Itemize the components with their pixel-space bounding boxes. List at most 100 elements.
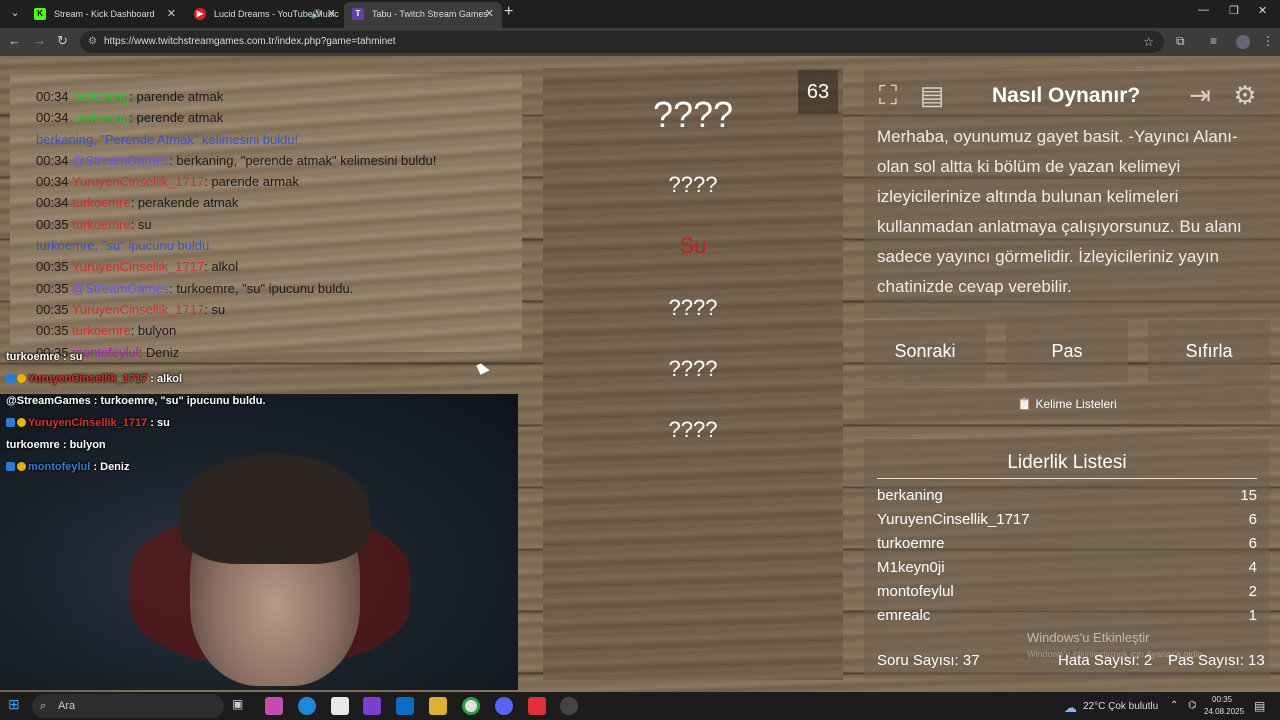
message-text: : perende atmak <box>129 110 224 126</box>
network-icon[interactable]: ⌬ <box>1188 700 1197 711</box>
chat-message: 00:34 @StreamGames: berkaning, "perende … <box>36 150 436 171</box>
message-user: turkoemre <box>72 216 131 232</box>
tab-title: Stream - Kick Dashboard <box>54 9 155 19</box>
notification-icon[interactable]: ▤ <box>1254 699 1265 713</box>
tray-chevron-icon[interactable]: ⌃ <box>1170 700 1178 711</box>
player-name: montofeylul <box>877 583 954 600</box>
tab-tabu-game[interactable]: T Tabu - Twitch Stream Games ✕ <box>344 2 502 28</box>
windows-start-icon[interactable]: ⊞ <box>8 696 26 714</box>
profile-avatar[interactable] <box>1236 35 1250 49</box>
pass-button[interactable]: Pas <box>1006 320 1128 382</box>
forward-icon[interactable]: → <box>33 33 46 48</box>
message-time: 00:35 <box>36 216 69 232</box>
reset-button[interactable]: Sıfırla <box>1148 320 1270 382</box>
reload-icon[interactable]: ↻ <box>57 33 68 49</box>
tab-search-icon[interactable]: ⌄ <box>6 4 24 22</box>
close-tab-icon[interactable]: ✕ <box>485 2 494 26</box>
chat-message: 00:35 YuruyenCinsellik_1717: alkol <box>36 256 436 277</box>
taskbar-search[interactable]: ⌕ Ara <box>32 694 224 718</box>
site-info-icon[interactable]: ⚙ <box>88 31 97 53</box>
player-score: 6 <box>1248 511 1257 528</box>
message-text: : bulyon <box>130 323 177 339</box>
how-to-play-title: Nasıl Oynanır? <box>992 84 1141 107</box>
stream-chat-overlay: turkoemre : su YuruyenCinsellik_1717 : al… <box>6 346 266 478</box>
close-tab-icon[interactable]: ✕ <box>327 2 336 26</box>
chat-message: 00:35 turkoemre: su <box>36 214 436 235</box>
next-button[interactable]: Sonraki <box>864 320 986 382</box>
stream-chat-user: turkoemre <box>6 351 60 363</box>
player-name: YuruyenCinsellik_1717 <box>877 511 1030 528</box>
tab-youtube-music[interactable]: ▶ Lucid Dreams - YouTube Music 🔊 ✕ <box>186 2 344 28</box>
media-control-icon[interactable]: ≡ <box>1210 34 1217 48</box>
player-name: berkaning <box>877 487 943 504</box>
tab-kick-dashboard[interactable]: K Stream - Kick Dashboard ✕ <box>26 2 184 28</box>
close-window-icon[interactable]: ✕ <box>1258 4 1267 17</box>
bookmark-star-icon[interactable]: ☆ <box>1143 31 1154 53</box>
message-user: turkoemre <box>72 195 131 211</box>
notes-icon[interactable]: ▤ <box>915 78 949 112</box>
verified-badge-icon <box>17 374 26 383</box>
file-explorer-icon[interactable] <box>429 697 447 715</box>
chat-message: 00:34 berkaning: perende atmak <box>36 107 436 128</box>
fullscreen-icon[interactable]: ⛶ <box>871 78 905 112</box>
obs-icon[interactable] <box>560 697 578 715</box>
discord-icon[interactable] <box>495 697 513 715</box>
app-w-icon[interactable] <box>528 697 546 715</box>
question-count: Soru Sayısı: 37 <box>877 652 980 669</box>
outlook-icon[interactable] <box>396 697 414 715</box>
stream-chat-message: turkoemre : su <box>6 346 266 368</box>
new-tab-button[interactable]: + <box>504 3 513 21</box>
chat-message: 00:35 @StreamGames: turkoemre, "su" ipuc… <box>36 278 436 299</box>
stream-chat-user: montofeylul <box>28 461 91 473</box>
pass-count: Pas Sayısı: 13 <box>1168 652 1265 669</box>
teams-icon[interactable] <box>363 697 381 715</box>
task-view-icon[interactable]: ▣ <box>232 697 250 715</box>
stream-chat-text: : bulyon <box>62 439 106 451</box>
message-time: 00:34 <box>36 89 69 104</box>
player-score: 4 <box>1248 559 1257 576</box>
chat-message: 00:35 turkoemre: bulyon <box>36 320 436 341</box>
menu-icon[interactable]: ⋮ <box>1262 34 1274 48</box>
message-user: YuruyenCinsellik_1717 <box>71 301 205 317</box>
speaker-icon[interactable]: 🔊 <box>311 2 322 26</box>
close-tab-icon[interactable]: ✕ <box>167 2 176 26</box>
weather-text[interactable]: 22°C Çok bulutlu <box>1083 701 1158 712</box>
search-label: Ara <box>58 700 76 712</box>
clock-time[interactable]: 00:35 <box>1212 695 1232 704</box>
edge-icon[interactable] <box>298 697 316 715</box>
player-score: 2 <box>1248 583 1257 600</box>
url-bar[interactable]: ⚙ https://www.twitchstreamgames.com.tr/i… <box>80 31 1164 53</box>
hint-word: ???? <box>668 417 718 442</box>
stream-chat-message: @StreamGames : turkoemre, "su" ipucunu b… <box>6 390 266 412</box>
chrome-icon[interactable] <box>462 697 480 715</box>
message-user: berkaning <box>72 89 130 104</box>
message-user: turkoemre <box>72 323 131 339</box>
gear-icon[interactable]: ⚙ <box>1228 78 1262 112</box>
message-user: berkaning <box>72 110 130 126</box>
message-text: : su <box>204 301 226 317</box>
stream-chat-text: : su <box>62 351 83 363</box>
message-text: : alkol <box>204 259 239 275</box>
player-name: emrealc <box>877 607 931 624</box>
back-icon[interactable]: ← <box>8 33 21 48</box>
player-name: M1keyn0ji <box>877 559 945 576</box>
minimize-icon[interactable]: — <box>1198 4 1209 16</box>
word-lists-button[interactable]: 📋 Kelime Listeleri <box>864 388 1270 420</box>
restore-icon[interactable]: ❐ <box>1229 4 1239 17</box>
stream-chat-message: YuruyenCinsellik_1717 : su <box>6 412 266 434</box>
clock-date[interactable]: 24.08.2025 <box>1204 707 1244 716</box>
extensions-icon[interactable]: ⧉ <box>1176 34 1185 49</box>
kick-icon: K <box>34 8 46 20</box>
address-toolbar: ← → ↻ ⚙ https://www.twitchstreamgames.co… <box>0 28 1280 56</box>
stream-chat-message: montofeylul : Deniz <box>6 456 266 478</box>
logout-icon[interactable]: ⇥ <box>1183 78 1217 112</box>
copilot-icon[interactable] <box>265 697 283 715</box>
message-time: 00:34 <box>36 174 69 190</box>
leaderboard-row: montofeylul 2 <box>877 580 1257 604</box>
game-page: 00:34 berkaning: parende atmak 00:34 berk… <box>0 56 1280 692</box>
leaderboard-row: M1keyn0ji 4 <box>877 556 1257 580</box>
message-time: 00:34 <box>36 195 69 211</box>
mouse-cursor-icon <box>476 361 490 375</box>
store-icon[interactable] <box>331 697 349 715</box>
search-icon: ⌕ <box>40 700 47 712</box>
